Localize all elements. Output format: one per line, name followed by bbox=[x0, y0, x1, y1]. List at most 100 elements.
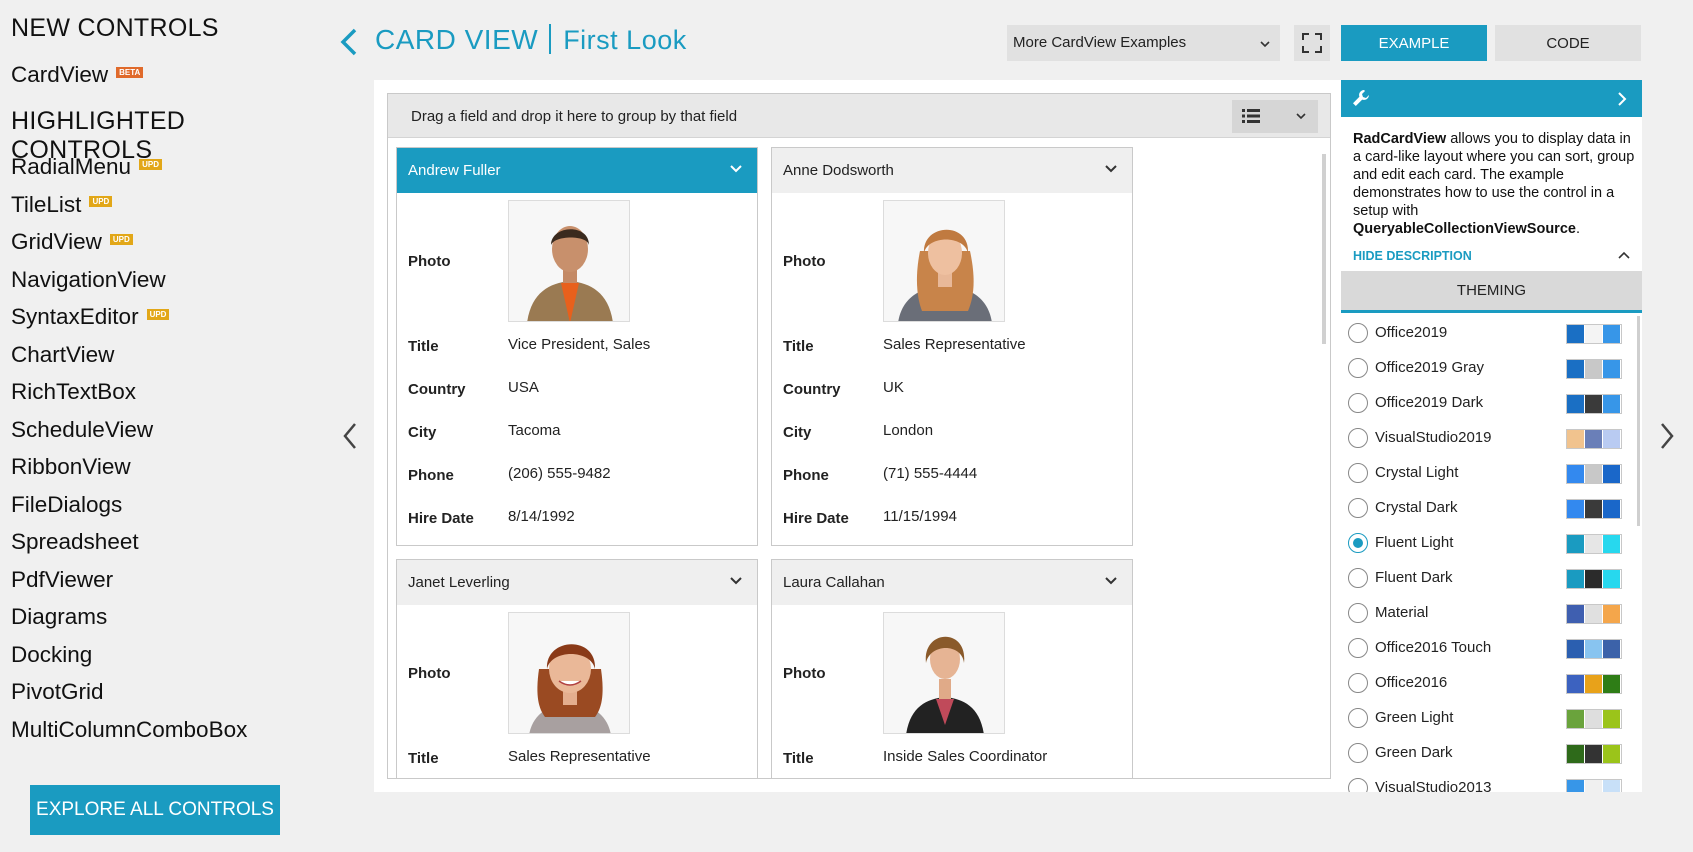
sidebar-item-spreadsheet[interactable]: Spreadsheet bbox=[11, 529, 139, 555]
swatch-color bbox=[1567, 605, 1585, 623]
theme-option[interactable]: Fluent Dark bbox=[1341, 561, 1637, 596]
chevron-down-icon[interactable] bbox=[729, 164, 743, 174]
previous-example-arrow-icon[interactable] bbox=[340, 420, 360, 452]
configurator-scrollbar[interactable] bbox=[1637, 316, 1640, 526]
theme-option[interactable]: Material bbox=[1341, 596, 1637, 631]
theme-swatch bbox=[1566, 604, 1622, 624]
more-examples-label: More CardView Examples bbox=[1013, 34, 1187, 51]
chevron-down-icon[interactable] bbox=[1104, 576, 1118, 586]
explore-all-controls-button[interactable]: EXPLORE ALL CONTROLS bbox=[30, 785, 280, 835]
sidebar-item-diagrams[interactable]: Diagrams bbox=[11, 604, 107, 630]
sidebar-item-pdfviewer[interactable]: PdfViewer bbox=[11, 567, 113, 593]
next-example-arrow-icon[interactable] bbox=[1657, 420, 1677, 452]
card-laura-callahan[interactable]: Laura Callahan Photo Title Inside Sales … bbox=[771, 559, 1133, 778]
more-examples-dropdown[interactable]: More CardView Examples bbox=[1007, 25, 1280, 61]
chevron-down-icon bbox=[1296, 113, 1306, 120]
swatch-color bbox=[1603, 360, 1621, 378]
sidebar-item-radialmenu[interactable]: RadialMenu UPD bbox=[11, 154, 162, 180]
theme-option[interactable]: VisualStudio2013 bbox=[1341, 771, 1637, 792]
sidebar-item-gridview[interactable]: GridView UPD bbox=[11, 229, 133, 255]
field-label-hire-date: Hire Date bbox=[408, 510, 474, 527]
card-header[interactable]: Laura Callahan bbox=[772, 560, 1132, 605]
card-andrew-fuller[interactable]: Andrew Fuller Photo Title Vice President… bbox=[396, 147, 758, 546]
radio-button[interactable] bbox=[1348, 358, 1368, 378]
theme-option[interactable]: Office2016 Touch bbox=[1341, 631, 1637, 666]
radio-button[interactable] bbox=[1348, 463, 1368, 483]
theme-option[interactable]: Green Dark bbox=[1341, 736, 1637, 771]
tab-code[interactable]: CODE bbox=[1495, 25, 1641, 61]
chevron-right-icon[interactable] bbox=[1616, 91, 1628, 107]
group-panel[interactable]: Drag a field and drop it here to group b… bbox=[388, 94, 1330, 138]
sidebar-item-label: GridView bbox=[11, 229, 102, 254]
card-header[interactable]: Anne Dodsworth bbox=[772, 148, 1132, 193]
sidebar-item-docking[interactable]: Docking bbox=[11, 642, 92, 668]
card-header[interactable]: Janet Leverling bbox=[397, 560, 757, 605]
sidebar-item-cardview[interactable]: CardView BETA bbox=[11, 62, 144, 88]
field-value-city: London bbox=[883, 422, 934, 439]
page-subtitle: First Look bbox=[563, 25, 687, 55]
theme-option[interactable]: Office2019 bbox=[1341, 316, 1637, 351]
view-mode-dropdown[interactable] bbox=[1232, 100, 1318, 133]
sidebar-item-tilelist[interactable]: TileList UPD bbox=[11, 192, 113, 218]
theme-option[interactable]: Office2019 Dark bbox=[1341, 386, 1637, 421]
theme-option[interactable]: Office2019 Gray bbox=[1341, 351, 1637, 386]
swatch-color bbox=[1603, 780, 1621, 792]
chevron-left-icon[interactable] bbox=[337, 26, 361, 58]
fullscreen-button[interactable] bbox=[1294, 25, 1330, 61]
theme-swatch bbox=[1566, 359, 1622, 379]
theme-option[interactable]: Green Light bbox=[1341, 701, 1637, 736]
sidebar-item-scheduleview[interactable]: ScheduleView bbox=[11, 417, 153, 443]
sidebar-item-navigationview[interactable]: NavigationView bbox=[11, 267, 166, 293]
radio-button[interactable] bbox=[1348, 568, 1368, 588]
swatch-color bbox=[1603, 395, 1621, 413]
card-anne-dodsworth[interactable]: Anne Dodsworth Photo Title Sales Represe… bbox=[771, 147, 1133, 546]
hide-description-link[interactable]: HIDE DESCRIPTION bbox=[1353, 249, 1472, 263]
radio-button[interactable] bbox=[1348, 673, 1368, 693]
sidebar-item-pivotgrid[interactable]: PivotGrid bbox=[11, 679, 104, 705]
radio-button[interactable] bbox=[1348, 638, 1368, 658]
card-title: Andrew Fuller bbox=[408, 162, 501, 179]
vertical-scrollbar[interactable] bbox=[1322, 154, 1326, 344]
theming-header[interactable]: THEMING bbox=[1341, 271, 1642, 313]
theme-option[interactable]: Fluent Light bbox=[1341, 526, 1637, 561]
theme-label: Crystal Light bbox=[1375, 464, 1459, 481]
field-value-city: Tacoma bbox=[508, 422, 561, 439]
sidebar-item-richtextbox[interactable]: RichTextBox bbox=[11, 379, 136, 405]
sidebar-item-label: NavigationView bbox=[11, 266, 166, 292]
radio-button[interactable] bbox=[1348, 533, 1368, 553]
theme-option[interactable]: Crystal Dark bbox=[1341, 491, 1637, 526]
card-header[interactable]: Andrew Fuller bbox=[397, 148, 757, 193]
theme-swatch bbox=[1566, 429, 1622, 449]
radio-button[interactable] bbox=[1348, 498, 1368, 518]
swatch-color bbox=[1567, 710, 1585, 728]
theme-option[interactable]: Crystal Light bbox=[1341, 456, 1637, 491]
radio-button[interactable] bbox=[1348, 428, 1368, 448]
theme-swatch bbox=[1566, 744, 1622, 764]
radio-button[interactable] bbox=[1348, 393, 1368, 413]
chevron-down-icon[interactable] bbox=[729, 576, 743, 586]
swatch-color bbox=[1585, 535, 1603, 553]
sidebar-item-multicolumncombobox[interactable]: MultiColumnComboBox bbox=[11, 717, 247, 743]
updated-badge: UPD bbox=[89, 196, 113, 208]
radio-button[interactable] bbox=[1348, 603, 1368, 623]
tab-example[interactable]: EXAMPLE bbox=[1341, 25, 1487, 61]
swatch-color bbox=[1585, 640, 1603, 658]
radio-button[interactable] bbox=[1348, 778, 1368, 792]
radio-button[interactable] bbox=[1348, 708, 1368, 728]
theme-swatch bbox=[1566, 534, 1622, 554]
theme-option[interactable]: Office2016 bbox=[1341, 666, 1637, 701]
sidebar-item-chartview[interactable]: ChartView bbox=[11, 342, 114, 368]
swatch-color bbox=[1585, 780, 1603, 792]
sidebar-item-syntaxeditor[interactable]: SyntaxEditor UPD bbox=[11, 304, 170, 330]
sidebar-item-ribbonview[interactable]: RibbonView bbox=[11, 454, 131, 480]
radio-button[interactable] bbox=[1348, 323, 1368, 343]
field-label-photo: Photo bbox=[783, 253, 826, 270]
theme-label: Green Light bbox=[1375, 709, 1454, 726]
sidebar-item-filedialogs[interactable]: FileDialogs bbox=[11, 492, 122, 518]
chevron-up-icon[interactable] bbox=[1618, 251, 1630, 259]
theme-option[interactable]: VisualStudio2019 bbox=[1341, 421, 1637, 456]
chevron-down-icon[interactable] bbox=[1104, 164, 1118, 174]
field-label-country: Country bbox=[783, 381, 841, 398]
card-janet-leverling[interactable]: Janet Leverling Photo Title Sales Repres… bbox=[396, 559, 758, 778]
radio-button[interactable] bbox=[1348, 743, 1368, 763]
